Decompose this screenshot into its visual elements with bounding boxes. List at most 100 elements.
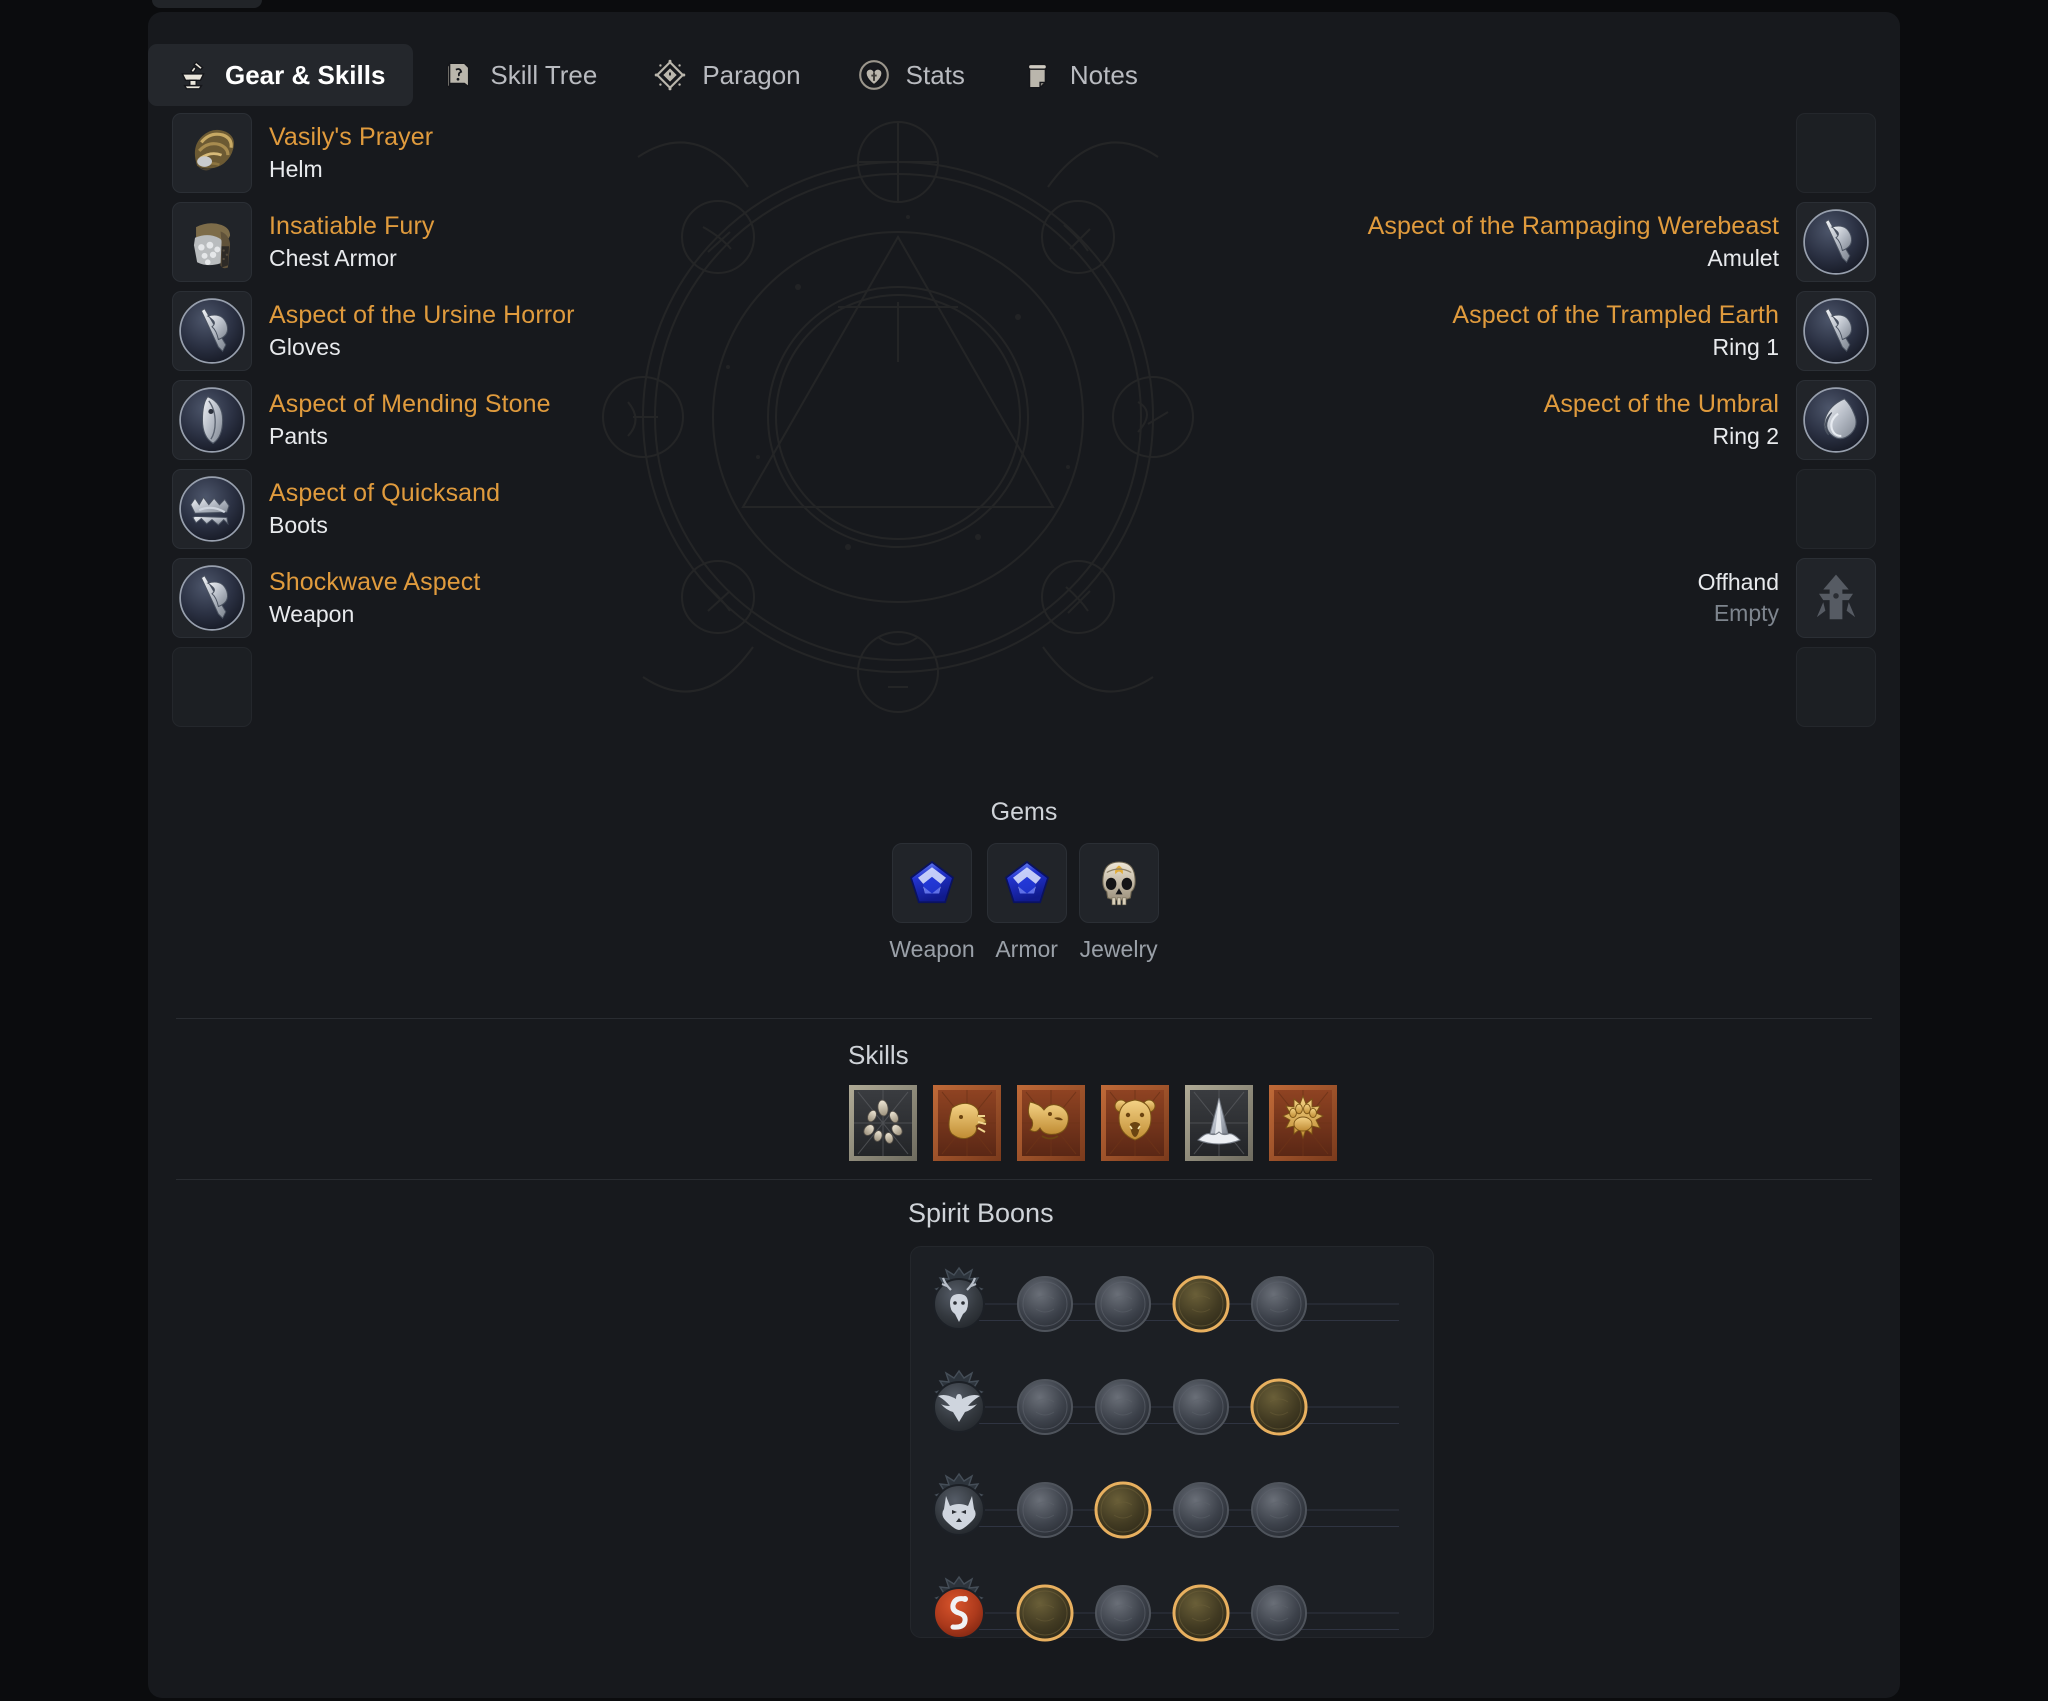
gear-skills-panel: Gear & Skills Skill Tree Paragon Stats N… bbox=[148, 12, 1900, 1698]
totem-glyph-icon bbox=[1802, 564, 1870, 632]
gear-row-boots: Aspect of Quicksand Boots bbox=[172, 464, 892, 553]
snake-spirit-icon[interactable] bbox=[921, 1575, 997, 1651]
tab-label: Gear & Skills bbox=[225, 59, 386, 90]
offhand-label: Offhand bbox=[1697, 568, 1779, 595]
bear-paw-skill-icon bbox=[1269, 1085, 1337, 1161]
gear-item-name[interactable]: Vasily's Prayer bbox=[269, 123, 433, 152]
gem-slot-armor[interactable] bbox=[986, 843, 1067, 923]
skill-slot-4[interactable] bbox=[1100, 1084, 1170, 1162]
tab-label: Skill Tree bbox=[490, 59, 598, 90]
divider-boons bbox=[176, 1179, 1872, 1180]
gear-slot-ring2[interactable] bbox=[1796, 379, 1876, 460]
boon-node[interactable] bbox=[1092, 1376, 1154, 1438]
skill-slot-5[interactable] bbox=[1184, 1084, 1254, 1162]
gear-row-ring2: Aspect of the Umbral Ring 2 bbox=[1156, 375, 1876, 464]
gear-row-helm: Vasily's Prayer Helm bbox=[172, 108, 892, 197]
gear-item-name[interactable]: Aspect of Mending Stone bbox=[269, 390, 551, 419]
tab-label: Stats bbox=[905, 59, 965, 90]
gem-label: Weapon bbox=[889, 936, 975, 962]
gem-cell-weapon: Weapon bbox=[889, 843, 975, 963]
boon-node-selected[interactable] bbox=[1170, 1582, 1232, 1644]
gear-row-empty-right-mid bbox=[1156, 464, 1876, 553]
gear-slot-amulet[interactable] bbox=[1796, 201, 1876, 282]
skill-slot-2[interactable] bbox=[932, 1084, 1002, 1162]
boon-node[interactable] bbox=[1014, 1273, 1076, 1335]
boon-node-selected[interactable] bbox=[1014, 1582, 1076, 1644]
tab-skill-tree[interactable]: Skill Tree bbox=[413, 44, 625, 106]
boon-node[interactable] bbox=[1014, 1479, 1076, 1541]
aspect-blade-icon bbox=[178, 386, 246, 454]
gear-slot-empty-right-bottom[interactable] bbox=[1796, 646, 1876, 727]
gear-item-name[interactable]: Insatiable Fury bbox=[269, 212, 434, 241]
boon-node[interactable] bbox=[1014, 1376, 1076, 1438]
deer-spirit-icon[interactable] bbox=[921, 1266, 997, 1342]
skill-slot-3[interactable] bbox=[1016, 1084, 1086, 1162]
tab-gear-skills[interactable]: Gear & Skills bbox=[148, 44, 414, 106]
gem-cell-armor: Armor bbox=[986, 843, 1067, 963]
helm-item-icon bbox=[178, 119, 246, 187]
gems-title: Gems bbox=[990, 798, 1058, 826]
gear-item-name[interactable]: Aspect of the Trampled Earth bbox=[1452, 301, 1779, 330]
gear-row-empty-right-bottom bbox=[1156, 642, 1876, 731]
skills-title: Skills bbox=[848, 1040, 909, 1070]
skill-slot-6[interactable] bbox=[1268, 1084, 1338, 1162]
gear-slot-ring1[interactable] bbox=[1796, 290, 1876, 371]
spirit-boons-title: Spirit Boons bbox=[908, 1198, 1054, 1228]
aspect-jaw-icon bbox=[178, 475, 246, 543]
gear-slot-helm[interactable] bbox=[172, 112, 252, 193]
gem-slot-weapon[interactable] bbox=[891, 843, 972, 923]
earth-stones-skill-icon bbox=[849, 1085, 917, 1161]
gear-item-name[interactable]: Aspect of Quicksand bbox=[269, 479, 500, 508]
eagle-spirit-icon[interactable] bbox=[921, 1369, 997, 1445]
gem-slot-jewelry[interactable] bbox=[1078, 843, 1159, 923]
gear-slot-empty-right-top[interactable] bbox=[1796, 112, 1876, 193]
boon-row-eagle bbox=[911, 1368, 1433, 1446]
gear-slot-label: Boots bbox=[269, 511, 328, 538]
boon-node-selected[interactable] bbox=[1092, 1479, 1154, 1541]
gear-slot-weapon[interactable] bbox=[172, 557, 252, 638]
gem-cell-jewelry: Jewelry bbox=[1078, 843, 1159, 963]
boon-node[interactable] bbox=[1248, 1582, 1310, 1644]
boon-node[interactable] bbox=[1248, 1273, 1310, 1335]
aspect-axe-icon bbox=[178, 297, 246, 365]
heart-icon bbox=[858, 60, 889, 90]
tab-label: Notes bbox=[1069, 59, 1138, 90]
boon-node[interactable] bbox=[1170, 1479, 1232, 1541]
gear-slot-chest[interactable] bbox=[172, 201, 252, 282]
tab-paragon[interactable]: Paragon bbox=[625, 44, 828, 106]
aspect-axe-icon bbox=[178, 564, 246, 632]
gear-slot-pants[interactable] bbox=[172, 379, 252, 460]
gear-row-gloves: Aspect of the Ursine Horror Gloves bbox=[172, 286, 892, 375]
boon-node[interactable] bbox=[1092, 1273, 1154, 1335]
gear-row-amulet: Aspect of the Rampaging Werebeast Amulet bbox=[1156, 197, 1876, 286]
gear-slot-empty-right-mid[interactable] bbox=[1796, 468, 1876, 549]
gear-slot-label: Ring 1 bbox=[1712, 333, 1779, 360]
gem-label: Armor bbox=[995, 936, 1058, 962]
boon-node[interactable] bbox=[1092, 1582, 1154, 1644]
divider-skills bbox=[176, 1018, 1872, 1019]
aspect-axe-icon bbox=[1802, 208, 1870, 276]
gear-row-offhand: Offhand Empty bbox=[1156, 553, 1876, 642]
skill-slot-1[interactable] bbox=[848, 1084, 918, 1162]
offhand-empty-label: Empty bbox=[1713, 599, 1779, 626]
gear-slot-boots[interactable] bbox=[172, 468, 252, 549]
spirit-boons-panel bbox=[910, 1246, 1434, 1638]
boon-node-selected[interactable] bbox=[1248, 1376, 1310, 1438]
boon-node[interactable] bbox=[1248, 1479, 1310, 1541]
sapphire-gem-icon bbox=[904, 855, 960, 911]
tab-notes[interactable]: Notes bbox=[993, 44, 1166, 106]
tab-stats[interactable]: Stats bbox=[829, 44, 993, 106]
gear-slot-empty-left[interactable] bbox=[172, 646, 252, 727]
gear-item-name[interactable]: Aspect of the Rampaging Werebeast bbox=[1368, 212, 1779, 241]
boon-node[interactable] bbox=[1170, 1376, 1232, 1438]
gear-item-name[interactable]: Aspect of the Ursine Horror bbox=[269, 301, 575, 330]
wolf-spirit-icon[interactable] bbox=[921, 1472, 997, 1548]
gear-row-empty-right-top bbox=[1156, 108, 1876, 197]
gear-slot-label: Ring 2 bbox=[1712, 422, 1779, 449]
gear-slot-offhand[interactable] bbox=[1796, 557, 1876, 638]
book-icon bbox=[447, 61, 470, 90]
boon-node-selected[interactable] bbox=[1170, 1273, 1232, 1335]
gear-item-name[interactable]: Shockwave Aspect bbox=[269, 568, 480, 597]
gear-item-name[interactable]: Aspect of the Umbral bbox=[1544, 390, 1779, 419]
gear-slot-gloves[interactable] bbox=[172, 290, 252, 371]
